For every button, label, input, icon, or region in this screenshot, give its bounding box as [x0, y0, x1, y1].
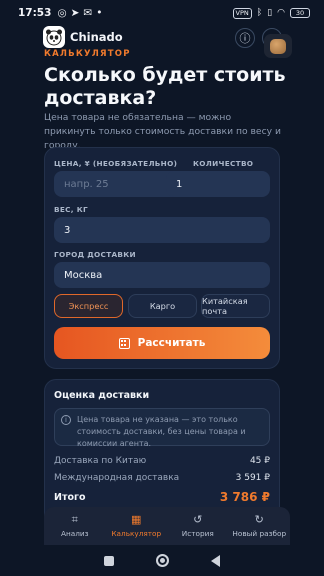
- section-tag: КАЛЬКУЛЯТОР: [44, 49, 131, 59]
- info-button[interactable]: ⓘ: [235, 28, 255, 48]
- info-circle-icon: i: [61, 415, 71, 425]
- nav-item-calculator[interactable]: ▦ Калькулятор: [106, 507, 168, 545]
- international-delivery-value: 3 591 ₽: [235, 473, 270, 483]
- city-input[interactable]: Москва: [54, 262, 270, 288]
- panda-icon: [46, 29, 62, 46]
- city-value: Москва: [64, 269, 103, 281]
- delivery-type-china-post[interactable]: Китайская почта: [201, 294, 270, 318]
- calculator-icon: [118, 337, 130, 349]
- recents-button[interactable]: [104, 555, 114, 566]
- more-dot-icon: •: [96, 7, 103, 19]
- scan-icon: ⌗: [71, 513, 78, 526]
- price-label: ЦЕНА, ¥ (НЕОБЯЗАТЕЛЬНО): [54, 159, 178, 168]
- delivery-type-express[interactable]: Экспресс: [54, 294, 123, 318]
- notification-icons: ◎ ➤ ✉ •: [57, 7, 102, 19]
- calculator-nav-icon: ▦: [131, 513, 142, 526]
- nav-label-calculator: Калькулятор: [111, 529, 162, 538]
- estimate-notice: Цена товара не указана — это только стои…: [54, 408, 270, 448]
- delivery-type-cargo[interactable]: Карго: [128, 294, 197, 318]
- info-icon: ⓘ: [239, 32, 251, 45]
- nav-label-analysis: Анализ: [60, 529, 89, 538]
- status-time: 17:53: [18, 7, 52, 19]
- estimate-title: Оценка доставки: [54, 390, 150, 401]
- nav-label-history: История: [181, 529, 214, 538]
- china-delivery-label: Доставка по Китаю: [54, 456, 147, 466]
- back-button[interactable]: [211, 554, 220, 567]
- refresh-icon: ↻: [254, 513, 264, 526]
- app-logo: [43, 26, 65, 48]
- bluetooth-icon: ᛒ: [256, 8, 263, 18]
- floating-bubble[interactable]: [264, 34, 292, 58]
- vpn-icon: VPN: [232, 7, 252, 19]
- wifi-icon: ◠: [277, 8, 285, 18]
- calculate-button[interactable]: Рассчитать: [54, 327, 270, 359]
- home-button[interactable]: [156, 554, 169, 567]
- status-bar: 17:53 ◎ ➤ ✉ • VPN ᛒ ▯ ◠ 30: [0, 0, 324, 26]
- nav-item-history[interactable]: ↺ История: [167, 507, 229, 545]
- system-nav-bar: [0, 545, 324, 576]
- instagram-icon: ◎: [57, 7, 67, 19]
- nav-label-new-analysis: Новый разбор: [232, 529, 287, 538]
- international-delivery-label: Международная доставка: [54, 473, 180, 483]
- history-icon: ↺: [193, 513, 203, 526]
- calculate-label: Рассчитать: [137, 337, 206, 349]
- nav-item-analysis[interactable]: ⌗ Анализ: [44, 507, 106, 545]
- gmail-icon: ✉: [83, 7, 93, 19]
- city-label: ГОРОД ДОСТАВКИ: [54, 250, 136, 259]
- total-value: 3 786 ₽: [219, 490, 270, 504]
- weight-input[interactable]: 3: [54, 217, 270, 243]
- battery-icon: 30: [290, 8, 310, 18]
- china-delivery-value: 45 ₽: [249, 456, 270, 466]
- weight-value: 3: [64, 224, 71, 236]
- quantity-input[interactable]: 1: [166, 171, 270, 197]
- bag-icon: [270, 38, 286, 54]
- telegram-icon: ➤: [70, 7, 80, 19]
- app-title: Chinado: [70, 30, 123, 44]
- quantity-value: 1: [176, 178, 183, 190]
- nav-item-new-analysis[interactable]: ↻ Новый разбор: [229, 507, 291, 545]
- quantity-label: КОЛИЧЕСТВО: [193, 159, 254, 168]
- bottom-nav: ⌗ Анализ ▦ Калькулятор ↺ История ↻ Новый…: [44, 507, 290, 545]
- total-label: Итого: [54, 492, 86, 503]
- page-title: Сколько будет стоить доставка?: [44, 64, 286, 109]
- vibrate-icon: ▯: [267, 8, 273, 18]
- weight-label: ВЕС, КГ: [54, 205, 88, 214]
- system-icons: VPN ᛒ ▯ ◠ 30: [232, 7, 310, 19]
